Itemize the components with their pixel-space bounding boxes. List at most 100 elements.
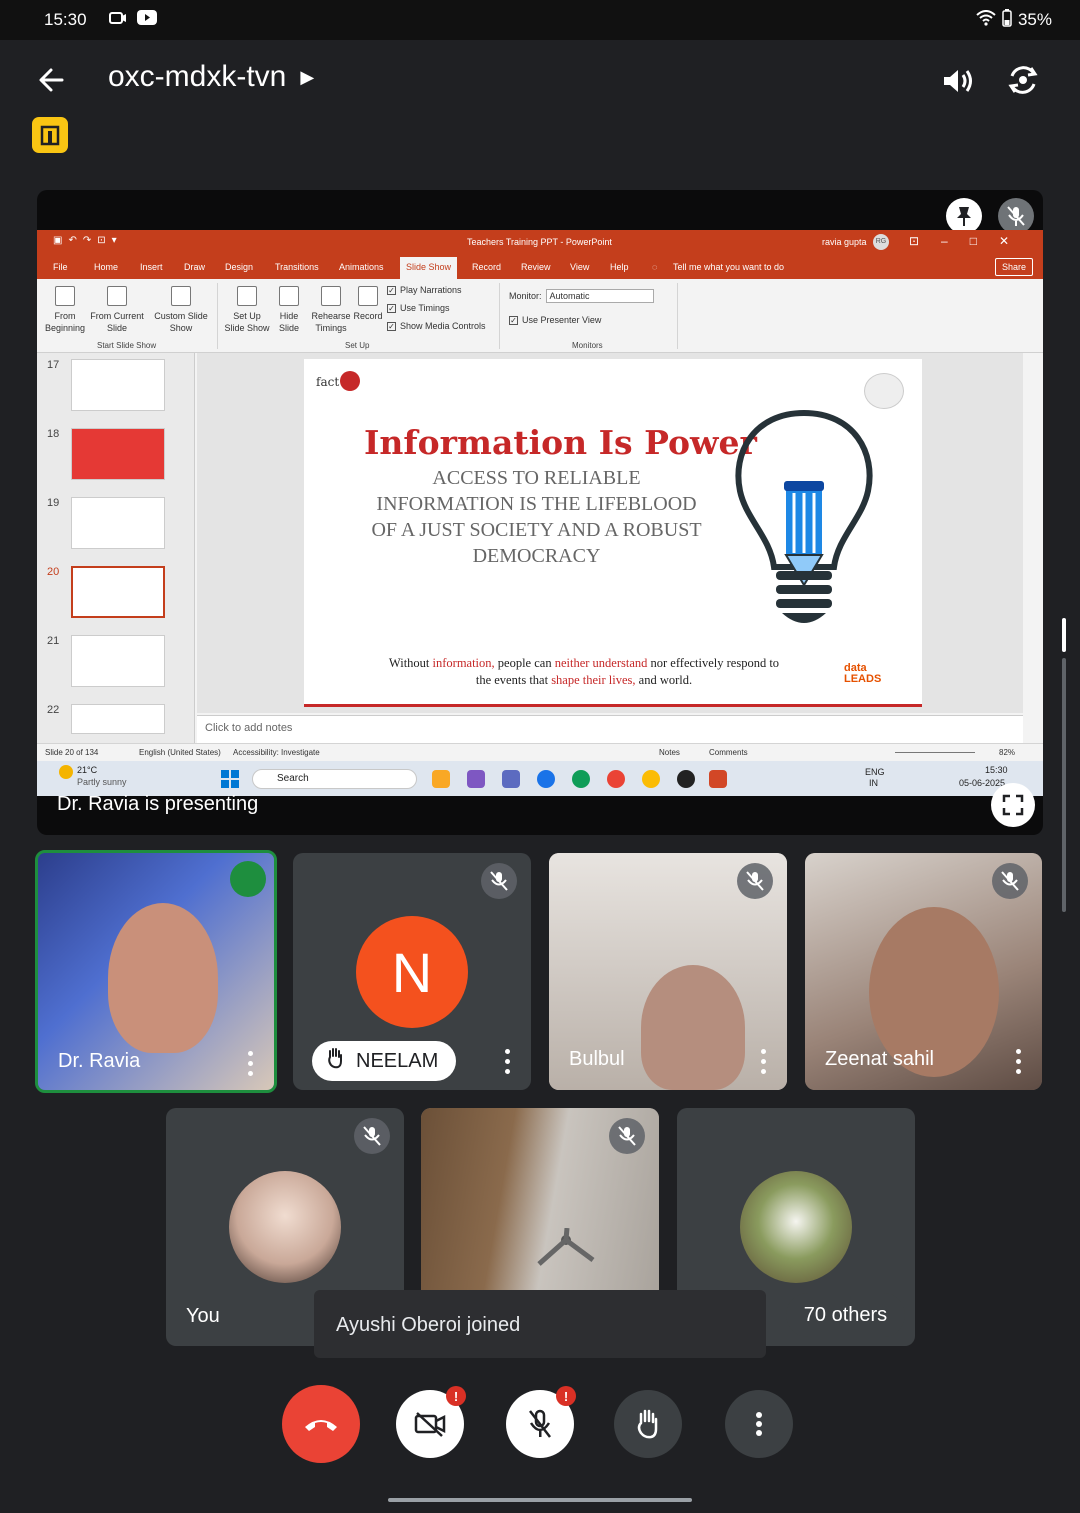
media-player-icon[interactable] [677,770,695,788]
slide-thumbnail[interactable] [71,497,165,549]
muted-indicator [354,1118,390,1154]
chrome-icon[interactable] [607,770,625,788]
zoom-icon[interactable] [537,770,555,788]
notes-toggle[interactable]: Notes [659,748,680,757]
ribbon-divider [499,283,500,349]
use-timings-checkbox[interactable]: ✓ Use Timings [387,303,450,313]
tab-transitions[interactable]: Transitions [275,262,319,272]
play-narrations-checkbox[interactable]: ✓ Play Narrations [387,285,462,295]
raise-hand-button[interactable] [614,1390,682,1458]
file-explorer-icon[interactable] [432,770,450,788]
monitor-value[interactable]: Automatic [545,289,654,303]
show-media-controls-checkbox[interactable]: ✓ Show Media Controls [387,321,486,331]
tab-home[interactable]: Home [94,262,118,272]
windows-taskbar: 21°C Partly sunny Search ENG IN 15:30 05… [37,761,1043,796]
presenter-view-checkbox[interactable]: ✓ Use Presenter View [509,315,601,325]
shared-screen: ▣↶↷⊡▾ Teachers Training PPT - PowerPoint… [37,230,1043,796]
others-count[interactable]: 70 others [786,1293,905,1337]
windows-start-icon[interactable] [221,770,239,788]
home-indicator[interactable] [388,1498,692,1502]
slide-thumbnail[interactable] [71,428,165,480]
participant-tile-dr-ravia[interactable]: Dr. Ravia [35,850,277,1093]
accessibility-status[interactable]: Accessibility: Investigate [233,748,320,757]
meeting-header: oxc-mdxk-tvn ▶ [0,40,1080,190]
host-controls-badge[interactable] [32,117,68,153]
presentation-stage[interactable]: ▣↶↷⊡▾ Teachers Training PPT - PowerPoint… [37,190,1043,835]
speaker-button[interactable] [938,62,976,100]
more-options-button[interactable] [505,1049,511,1075]
copilot-icon[interactable] [467,770,485,788]
others-avatar [740,1171,852,1283]
participant-tile-zeenat-sahil[interactable]: Zeenat sahil [805,853,1042,1090]
taskbar-search[interactable]: Search [252,769,417,789]
more-options-button[interactable] [1016,1049,1022,1075]
lightbulb-illustration [735,409,873,623]
teams-icon[interactable] [502,770,520,788]
fullscreen-button[interactable] [991,783,1035,827]
participant-tile-neelam[interactable]: N NEELAM [293,853,531,1090]
tell-me-search[interactable]: Tell me what you want to do [673,262,784,272]
slide-heading: Information Is Power [364,423,757,462]
input-language[interactable]: ENG [865,767,885,777]
speaker-icon [944,70,972,92]
record-button[interactable]: Record [353,283,383,322]
switch-camera-button[interactable] [1003,60,1043,100]
tab-record[interactable]: Record [472,262,501,272]
camera-toggle-button[interactable]: ! [396,1386,466,1458]
slide-thumbnail-selected[interactable] [71,566,165,618]
tab-review[interactable]: Review [521,262,551,272]
more-options-button[interactable] [725,1390,793,1458]
slide-thumbnail[interactable] [71,359,165,411]
set-up-icon [237,286,257,306]
participant-tile-bulbul[interactable]: Bulbul [549,853,787,1090]
from-current-button[interactable]: From Current Slide [89,283,145,334]
zoom-level[interactable]: 82% [999,748,1015,757]
set-up-label: Set Up Slide Show [224,311,270,333]
tab-file[interactable]: File [53,262,68,272]
tab-insert[interactable]: Insert [140,262,163,272]
tab-animations[interactable]: Animations [339,262,384,272]
rehearse-timings-button[interactable]: Rehearse Timings [309,283,353,334]
slide-editor[interactable]: fact Information Is Power ACCESS TO RELI… [197,353,1023,713]
speaker-notes[interactable]: Click to add notes [197,715,1023,743]
set-up-show-button[interactable]: Set Up Slide Show [223,283,271,334]
meeting-title-button[interactable]: oxc-mdxk-tvn ▶ [108,60,314,94]
user-avatar: RG [873,234,889,250]
ribbon-slide-show: From Beginning From Current Slide Custom… [37,279,1043,353]
comments-toggle[interactable]: Comments [709,748,748,757]
ppt-share-button[interactable]: Share [994,258,1033,276]
pin-icon [957,207,971,226]
alert-icon: ! [556,1386,576,1406]
monitor-select[interactable]: Monitor: Automatic [509,289,654,303]
slide-thumbnail[interactable] [71,704,165,734]
scrollbar-thumb[interactable] [1062,618,1066,652]
participant-tile-camera-room[interactable] [421,1108,659,1290]
pin-button[interactable] [946,198,982,234]
powerpoint-icon[interactable] [709,770,727,788]
mic-toggle-button[interactable]: ! [506,1386,576,1458]
more-options-button[interactable] [761,1049,767,1075]
hide-slide-button[interactable]: Hide Slide [275,283,303,334]
tab-draw[interactable]: Draw [184,262,205,272]
tab-slide-show[interactable]: Slide Show [400,257,458,279]
tab-help[interactable]: Help [610,262,629,272]
slide-thumbnail[interactable] [71,635,165,687]
edge-icon[interactable] [572,770,590,788]
fullscreen-icon [1002,794,1024,816]
slide-thumbnails[interactable]: 17 18 19 20 21 22 [37,353,195,743]
custom-show-button[interactable]: Custom Slide Show [150,283,212,334]
tab-view[interactable]: View [570,262,589,272]
user-name: ravia gupta [822,237,867,247]
more-options-button[interactable] [248,1051,254,1077]
checkbox-checked-icon: ✓ [387,303,396,313]
from-beginning-button[interactable]: From Beginning [43,283,87,334]
scrollbar-track[interactable] [1062,658,1066,912]
chrome-profile-icon[interactable] [642,770,660,788]
tab-design[interactable]: Design [225,262,253,272]
back-button[interactable] [34,62,70,98]
end-call-button[interactable] [282,1385,360,1463]
zoom-slider[interactable] [895,752,975,753]
foot-word: the events that [475,673,549,687]
foot-word: people can [497,656,552,670]
join-notification: Ayushi Oberoi joined [314,1290,766,1358]
